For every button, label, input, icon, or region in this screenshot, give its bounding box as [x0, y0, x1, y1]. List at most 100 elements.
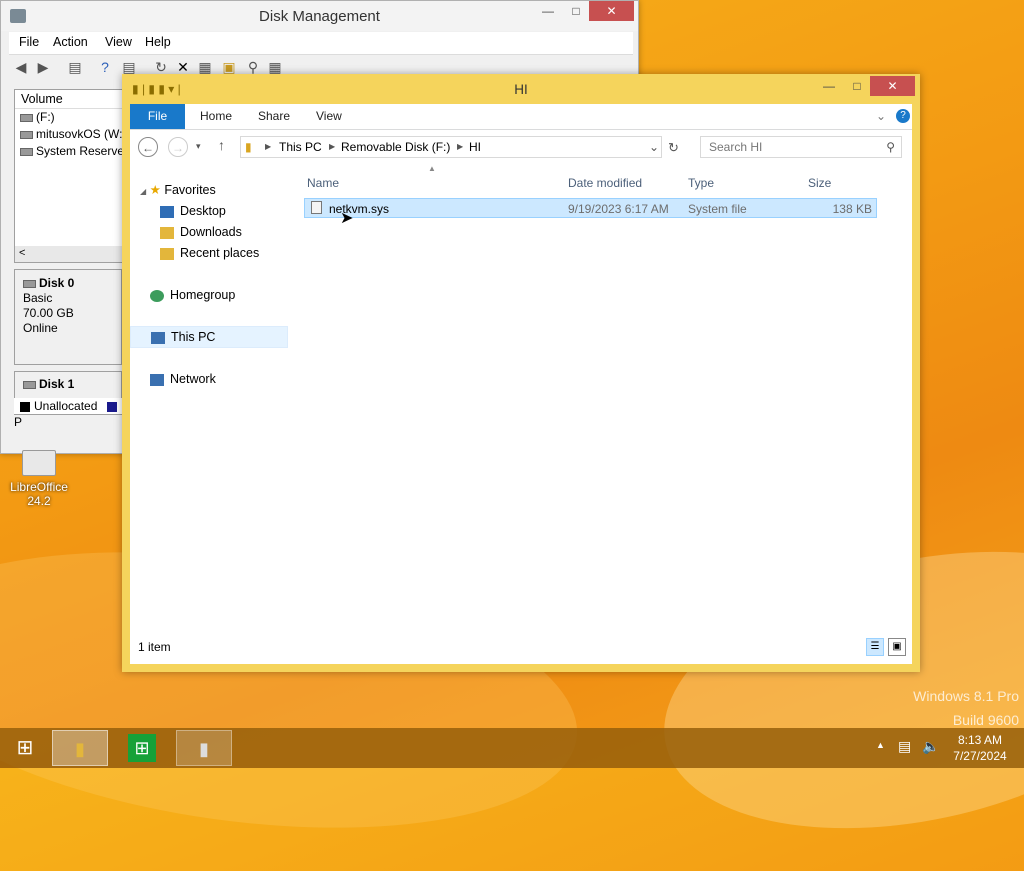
show-pane-icon[interactable]: ▤: [67, 59, 83, 75]
breadcrumb-separator-icon[interactable]: ▶: [457, 137, 463, 157]
dm-menu-file[interactable]: File: [19, 35, 39, 49]
disk0-name: Disk 0: [39, 276, 75, 290]
volume-label: mitusovkOS (W:): [36, 127, 127, 141]
volume-column-header[interactable]: Volume: [15, 90, 127, 109]
nav-homegroup[interactable]: Homegroup: [150, 288, 235, 302]
back-button[interactable]: ←: [138, 137, 158, 157]
dm-menubar: File Action View Help: [9, 32, 633, 55]
dm-titlebar[interactable]: Disk Management — □ ✕: [1, 1, 638, 31]
volume-row[interactable]: mitusovkOS (W:): [15, 126, 127, 143]
breadcrumb-separator-icon[interactable]: ▶: [329, 137, 335, 157]
volume-row[interactable]: System Reserved: [15, 143, 131, 160]
check-icon[interactable]: ▦: [197, 59, 213, 75]
back-icon[interactable]: ◀: [13, 59, 29, 75]
open-icon[interactable]: ▣: [221, 59, 237, 75]
help-icon[interactable]: ?: [97, 59, 113, 75]
dm-minimize-button[interactable]: —: [533, 1, 563, 21]
network-tray-icon[interactable]: ▤: [898, 738, 911, 755]
disk-management-taskbar-icon[interactable]: ▮: [176, 730, 232, 766]
breadcrumb-separator-icon[interactable]: ▶: [265, 137, 271, 157]
address-dropdown-icon[interactable]: ⌄: [649, 137, 659, 157]
windows-watermark: Windows 8.1 Pro Build 9600: [913, 684, 1019, 732]
details-view-icon[interactable]: ☰: [866, 638, 884, 656]
nav-network[interactable]: Network: [150, 372, 216, 386]
column-date-modified[interactable]: Date modified: [568, 176, 642, 190]
dm-menu-action[interactable]: Action: [53, 35, 88, 49]
libreoffice-desktop-icon[interactable]: LibreOffice 24.2: [6, 450, 72, 508]
computer-icon: [151, 331, 165, 344]
disk0-panel[interactable]: Disk 0 Basic 70.00 GB Online: [14, 269, 122, 365]
file-size: 138 KB: [832, 202, 872, 216]
file-explorer-window[interactable]: ▮ | ▮ ▮ ▾ | HI — □ ✕ File Home Share Vie…: [122, 74, 920, 672]
delete-icon[interactable]: ✕: [175, 59, 191, 75]
forward-icon[interactable]: ▶: [35, 59, 51, 75]
system-file-icon: [311, 201, 322, 214]
column-name[interactable]: Name: [307, 176, 339, 190]
volume-label: System Reserved: [36, 144, 131, 158]
explorer-minimize-button[interactable]: —: [814, 76, 844, 96]
tab-home[interactable]: Home: [200, 104, 232, 129]
dm-maximize-button[interactable]: □: [561, 1, 591, 21]
volume-list: Volume (F:) mitusovkOS (W:) System Reser…: [14, 89, 131, 263]
nav-favorites-label: Favorites: [164, 183, 216, 197]
nav-downloads[interactable]: Downloads: [160, 225, 242, 239]
folder-icon: ▮: [245, 140, 252, 154]
expand-ribbon-icon[interactable]: ⌄: [876, 104, 886, 129]
file-row[interactable]: netkvm.sys 9/19/2023 6:17 AM System file…: [304, 198, 877, 218]
address-bar-row: ← → ▾ ↑ ▮ ▶ This PC ▶ Removable Disk (F:…: [130, 132, 912, 162]
primary-swatch: [106, 401, 117, 412]
dm-menu-view[interactable]: View: [105, 35, 132, 49]
file-explorer-taskbar-icon[interactable]: ▮: [52, 730, 108, 766]
search-input[interactable]: Search HI ⚲: [700, 136, 902, 158]
show-hidden-icons[interactable]: ▲: [876, 740, 885, 750]
explorer-body: File Home Share View ⌄ ? ← → ▾ ↑ ▮ ▶ Thi…: [130, 104, 912, 664]
dm-legend: Unallocated P: [14, 398, 126, 429]
volume-label: (F:): [36, 110, 55, 124]
address-box[interactable]: ▮ ▶ This PC ▶ Removable Disk (F:) ▶ HI ⌄: [240, 136, 662, 158]
forward-button[interactable]: →: [168, 137, 188, 157]
properties-icon[interactable]: ▤: [121, 59, 137, 75]
nav-recent-places[interactable]: Recent places: [160, 246, 259, 260]
clock[interactable]: 8:13 AM 7/27/2024: [950, 732, 1010, 764]
scroll-left-icon[interactable]: <: [19, 247, 25, 259]
tab-file[interactable]: File: [130, 104, 185, 129]
file-list: ▲ Name Date modified Type Size netkvm.sy…: [300, 164, 912, 634]
disk1-name: Disk 1: [39, 377, 75, 391]
status-bar-item-count: 1 item: [138, 640, 171, 654]
refresh-icon[interactable]: ↻: [153, 59, 169, 75]
horizontal-scrollbar[interactable]: <: [15, 246, 127, 262]
help-icon[interactable]: ?: [896, 109, 910, 123]
drive-icon: [20, 130, 33, 139]
navigation-pane: ◢ ★ Favorites Desktop Downloads Recent p…: [130, 164, 290, 634]
desktop-icon: [160, 205, 174, 218]
breadcrumb-removable-disk[interactable]: Removable Disk (F:): [341, 137, 450, 157]
legend-primary: P: [14, 415, 23, 429]
refresh-icon[interactable]: ↻: [668, 140, 679, 156]
explorer-maximize-button[interactable]: □: [842, 76, 872, 96]
tab-share[interactable]: Share: [258, 104, 290, 129]
nav-desktop[interactable]: Desktop: [160, 204, 226, 218]
store-taskbar-icon[interactable]: ⊞: [114, 730, 170, 766]
unallocated-swatch: [20, 401, 30, 412]
large-icons-view-icon[interactable]: ▣: [888, 638, 906, 656]
volume-muted-icon[interactable]: 🔈: [922, 738, 939, 755]
search-icon[interactable]: ⚲: [245, 59, 261, 75]
settings-icon[interactable]: ▦: [267, 59, 283, 75]
mouse-cursor-icon: ➤: [340, 210, 354, 227]
nav-favorites[interactable]: ◢ ★ Favorites: [140, 182, 216, 197]
explorer-close-button[interactable]: ✕: [870, 76, 915, 96]
disk-icon: [23, 380, 36, 389]
tab-view[interactable]: View: [316, 104, 342, 129]
breadcrumb-hi[interactable]: HI: [469, 137, 481, 157]
column-type[interactable]: Type: [688, 176, 714, 190]
up-button[interactable]: ↑: [218, 137, 225, 153]
volume-row[interactable]: (F:): [15, 109, 127, 126]
nav-this-pc[interactable]: This PC: [130, 326, 288, 348]
dm-close-button[interactable]: ✕: [589, 1, 634, 21]
dm-menu-help[interactable]: Help: [145, 35, 171, 49]
breadcrumb-this-pc[interactable]: This PC: [279, 137, 322, 157]
start-button[interactable]: ⊞: [0, 730, 50, 766]
expand-icon[interactable]: ◢: [140, 187, 146, 196]
recent-locations-icon[interactable]: ▾: [196, 141, 201, 152]
column-size[interactable]: Size: [808, 176, 831, 190]
